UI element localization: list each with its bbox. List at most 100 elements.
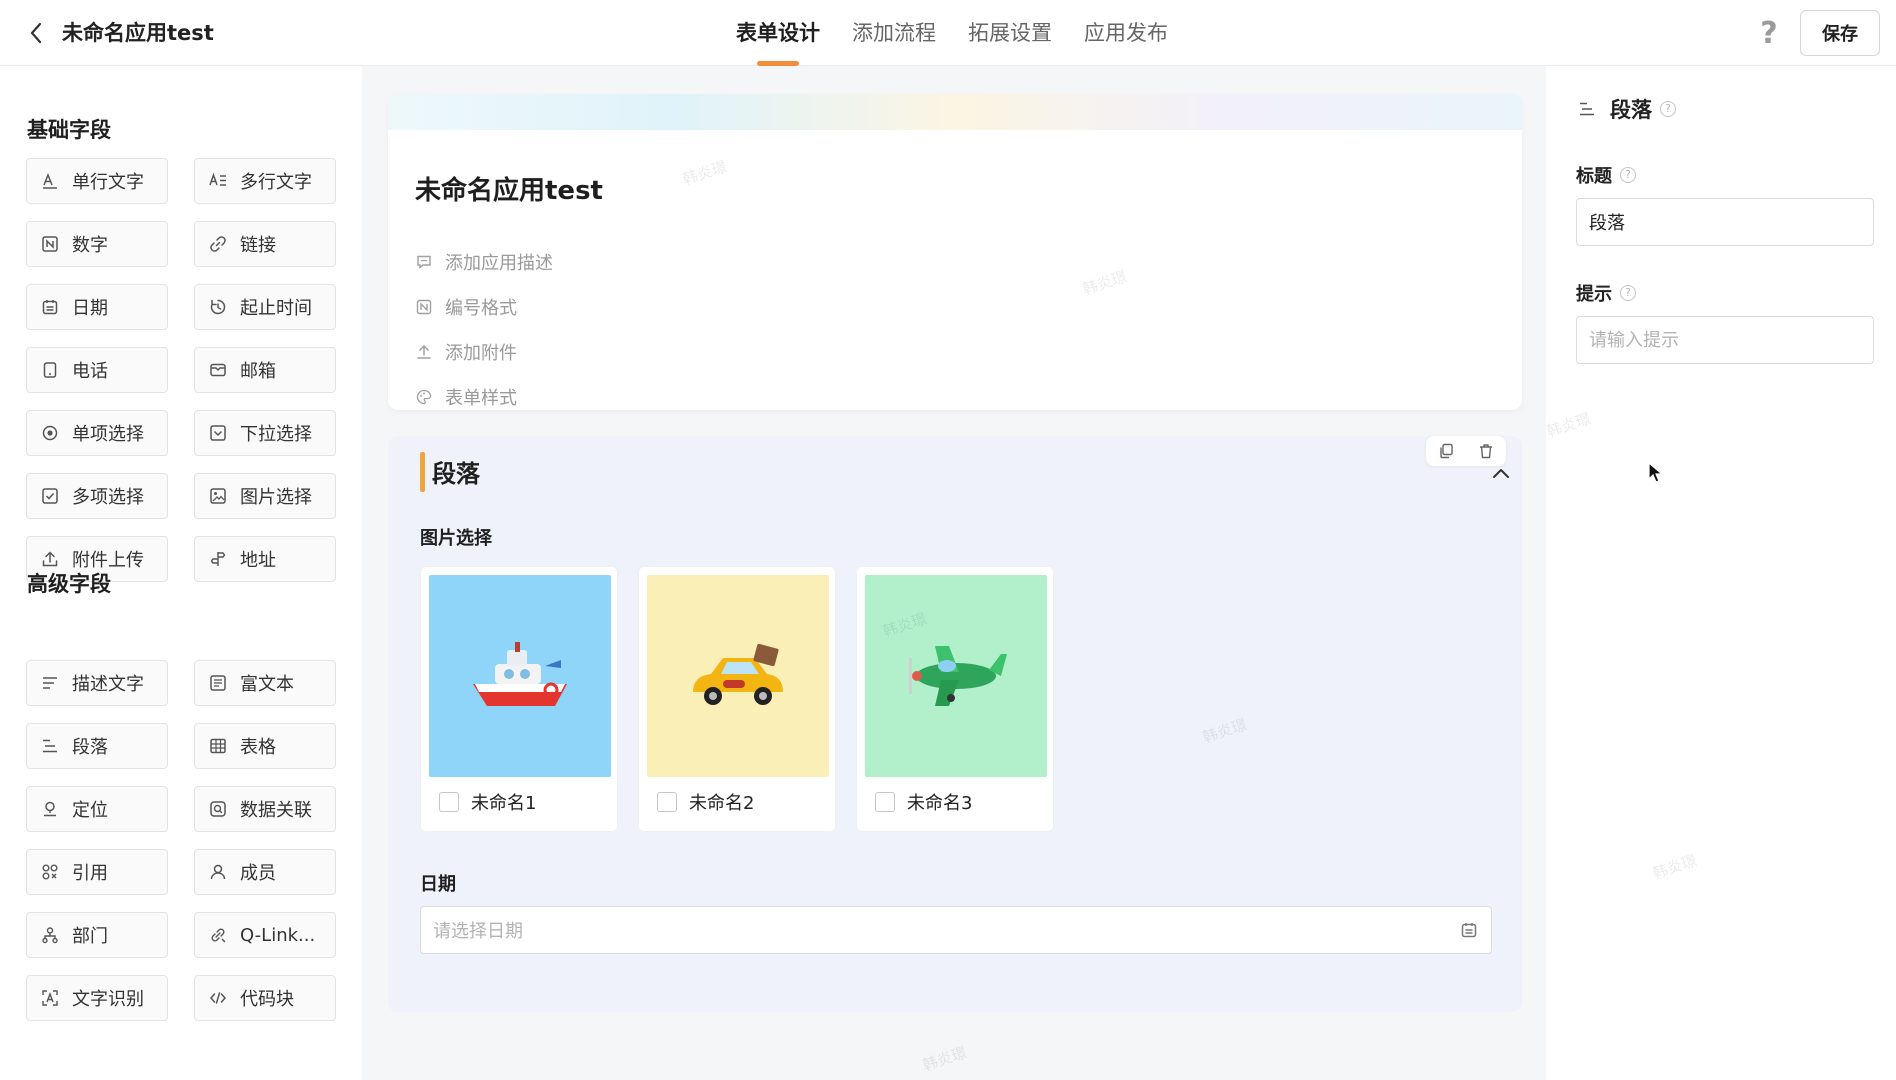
delete-button[interactable]: [1476, 441, 1496, 461]
chevron-left-icon: [30, 22, 42, 44]
save-button[interactable]: 保存: [1800, 10, 1880, 56]
field-label: 电话: [72, 361, 108, 382]
calendar-icon: [41, 298, 59, 316]
numbering-format-link[interactable]: 编号格式: [415, 293, 517, 321]
field-date[interactable]: 日期: [26, 284, 168, 330]
tab-app-publish[interactable]: 应用发布: [1068, 0, 1184, 66]
field-label: 文字识别: [72, 989, 144, 1010]
meta-label: 表单样式: [445, 388, 517, 409]
field-label: 单行文字: [72, 172, 144, 193]
field-label: 数据关联: [240, 800, 312, 821]
data-link-icon: [209, 800, 227, 818]
field-radio[interactable]: 单项选择: [26, 410, 168, 456]
form-title[interactable]: 未命名应用test: [415, 170, 603, 207]
address-icon: [209, 550, 227, 568]
field-table[interactable]: 表格: [194, 723, 336, 769]
field-paragraph[interactable]: 段落: [26, 723, 168, 769]
image-option-3[interactable]: 未命名3: [856, 566, 1054, 832]
multi-line-text-icon: [209, 172, 227, 190]
title-input[interactable]: [1576, 198, 1874, 246]
field-single-line-text[interactable]: 单行文字: [26, 158, 168, 204]
field-member[interactable]: 成员: [194, 849, 336, 895]
add-attachment-link[interactable]: 添加附件: [415, 338, 517, 366]
watermark: 韩炎璟: [1650, 851, 1699, 883]
hint-property-label: 提示 ?: [1576, 280, 1636, 306]
dropdown-icon: [209, 424, 227, 442]
hint-input[interactable]: [1576, 316, 1874, 364]
basic-fields-title: 基础字段: [27, 118, 111, 142]
table-icon: [209, 737, 227, 755]
field-label: 代码块: [240, 989, 294, 1010]
back-button[interactable]: [22, 18, 50, 48]
trash-icon: [1480, 444, 1492, 459]
field-reference[interactable]: 引用: [26, 849, 168, 895]
field-label: 多行文字: [240, 172, 312, 193]
field-code-block[interactable]: 代码块: [194, 975, 336, 1021]
field-label: Q-Link...: [240, 924, 316, 946]
location-icon: [41, 800, 59, 818]
checkbox-icon: [41, 487, 59, 505]
car-image: [647, 575, 829, 777]
tab-add-workflow[interactable]: 添加流程: [836, 0, 952, 66]
field-label: 多项选择: [72, 487, 144, 508]
help-button[interactable]: ?: [1752, 15, 1786, 51]
field-qlink[interactable]: Q-Link...: [194, 912, 336, 958]
image-option-checkbox[interactable]: [875, 792, 895, 812]
palette-icon: [415, 388, 433, 406]
number-icon: [415, 298, 433, 316]
field-ocr[interactable]: 文字识别: [26, 975, 168, 1021]
image-option-checkbox[interactable]: [657, 792, 677, 812]
field-rich-text[interactable]: 富文本: [194, 660, 336, 706]
add-description-link[interactable]: 添加应用描述: [415, 248, 553, 276]
field-data-link[interactable]: 数据关联: [194, 786, 336, 832]
field-number[interactable]: 数字: [26, 221, 168, 267]
field-dropdown[interactable]: 下拉选择: [194, 410, 336, 456]
paragraph-icon: [1580, 102, 1594, 116]
date-field-label: 日期: [420, 874, 456, 895]
form-banner: [388, 94, 1522, 130]
field-label: 单项选择: [72, 424, 144, 445]
field-time-range[interactable]: 起止时间: [194, 284, 336, 330]
app-title: 未命名应用test: [62, 21, 214, 45]
mail-icon: [209, 361, 227, 379]
field-description[interactable]: 描述文字: [26, 660, 168, 706]
meta-label: 添加附件: [445, 343, 517, 364]
tab-extension-settings[interactable]: 拓展设置: [952, 0, 1068, 66]
help-icon[interactable]: ?: [1660, 101, 1676, 117]
tab-form-design[interactable]: 表单设计: [720, 0, 836, 66]
comment-icon: [415, 253, 433, 271]
field-address[interactable]: 地址: [194, 536, 336, 582]
field-email[interactable]: 邮箱: [194, 347, 336, 393]
help-icon[interactable]: ?: [1620, 285, 1636, 301]
advanced-fields-title: 高级字段: [27, 572, 111, 596]
field-label: 链接: [240, 235, 276, 256]
field-multi-line-text[interactable]: 多行文字: [194, 158, 336, 204]
field-label: 引用: [72, 863, 108, 884]
field-department[interactable]: 部门: [26, 912, 168, 958]
calendar-icon[interactable]: [1459, 920, 1479, 940]
properties-header: 段落 ?: [1578, 94, 1676, 124]
number-icon: [41, 235, 59, 253]
field-checkbox[interactable]: 多项选择: [26, 473, 168, 519]
form-style-link[interactable]: 表单样式: [415, 383, 517, 410]
field-link[interactable]: 链接: [194, 221, 336, 267]
field-phone[interactable]: 电话: [26, 347, 168, 393]
qlink-icon: [209, 926, 227, 944]
copy-button[interactable]: [1436, 441, 1456, 461]
field-image-select[interactable]: 图片选择: [194, 473, 336, 519]
meta-label: 编号格式: [445, 298, 517, 319]
help-icon[interactable]: ?: [1620, 167, 1636, 183]
help-icon: ?: [1760, 15, 1778, 51]
image-option-2[interactable]: 未命名2: [638, 566, 836, 832]
meta-label: 添加应用描述: [445, 253, 553, 274]
collapse-button[interactable]: [1488, 462, 1514, 484]
date-picker-input[interactable]: 请选择日期: [420, 906, 1492, 954]
boat-image: [429, 575, 611, 777]
field-location[interactable]: 定位: [26, 786, 168, 832]
image-option-1[interactable]: 未命名1: [420, 566, 618, 832]
department-icon: [41, 926, 59, 944]
paragraph-section[interactable]: 段落 图片选择 未命名1 未命名2 未命名3 日期 请选择日期: [388, 436, 1522, 1012]
field-label: 起止时间: [240, 298, 312, 319]
paragraph-accent-bar: [420, 452, 425, 492]
image-option-checkbox[interactable]: [439, 792, 459, 812]
